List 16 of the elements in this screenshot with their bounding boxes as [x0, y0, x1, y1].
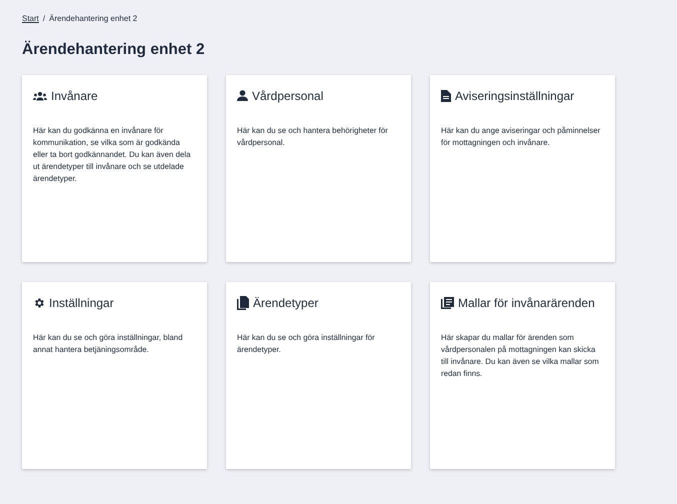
list-icon: [441, 297, 454, 309]
people-icon: [33, 91, 47, 101]
card-title[interactable]: Aviseringsinställningar: [455, 89, 574, 103]
documents-icon: [237, 296, 249, 310]
card-title[interactable]: Inställningar: [49, 296, 114, 310]
card-title[interactable]: Ärendetyper: [253, 296, 318, 310]
card-title[interactable]: Invånare: [51, 89, 98, 103]
breadcrumb-separator: /: [42, 14, 46, 22]
document-icon: [441, 90, 451, 102]
settings-icon: [33, 297, 45, 309]
card-title[interactable]: Vårdpersonal: [252, 89, 324, 103]
person-icon: [237, 90, 248, 102]
breadcrumb-current: Ärendehantering enhet 2: [49, 14, 138, 22]
card-title[interactable]: Mallar för invånarärenden: [458, 296, 595, 310]
breadcrumb-link[interactable]: Start: [22, 14, 39, 22]
page-title: Ärendehantering enhet 2: [22, 40, 206, 60]
